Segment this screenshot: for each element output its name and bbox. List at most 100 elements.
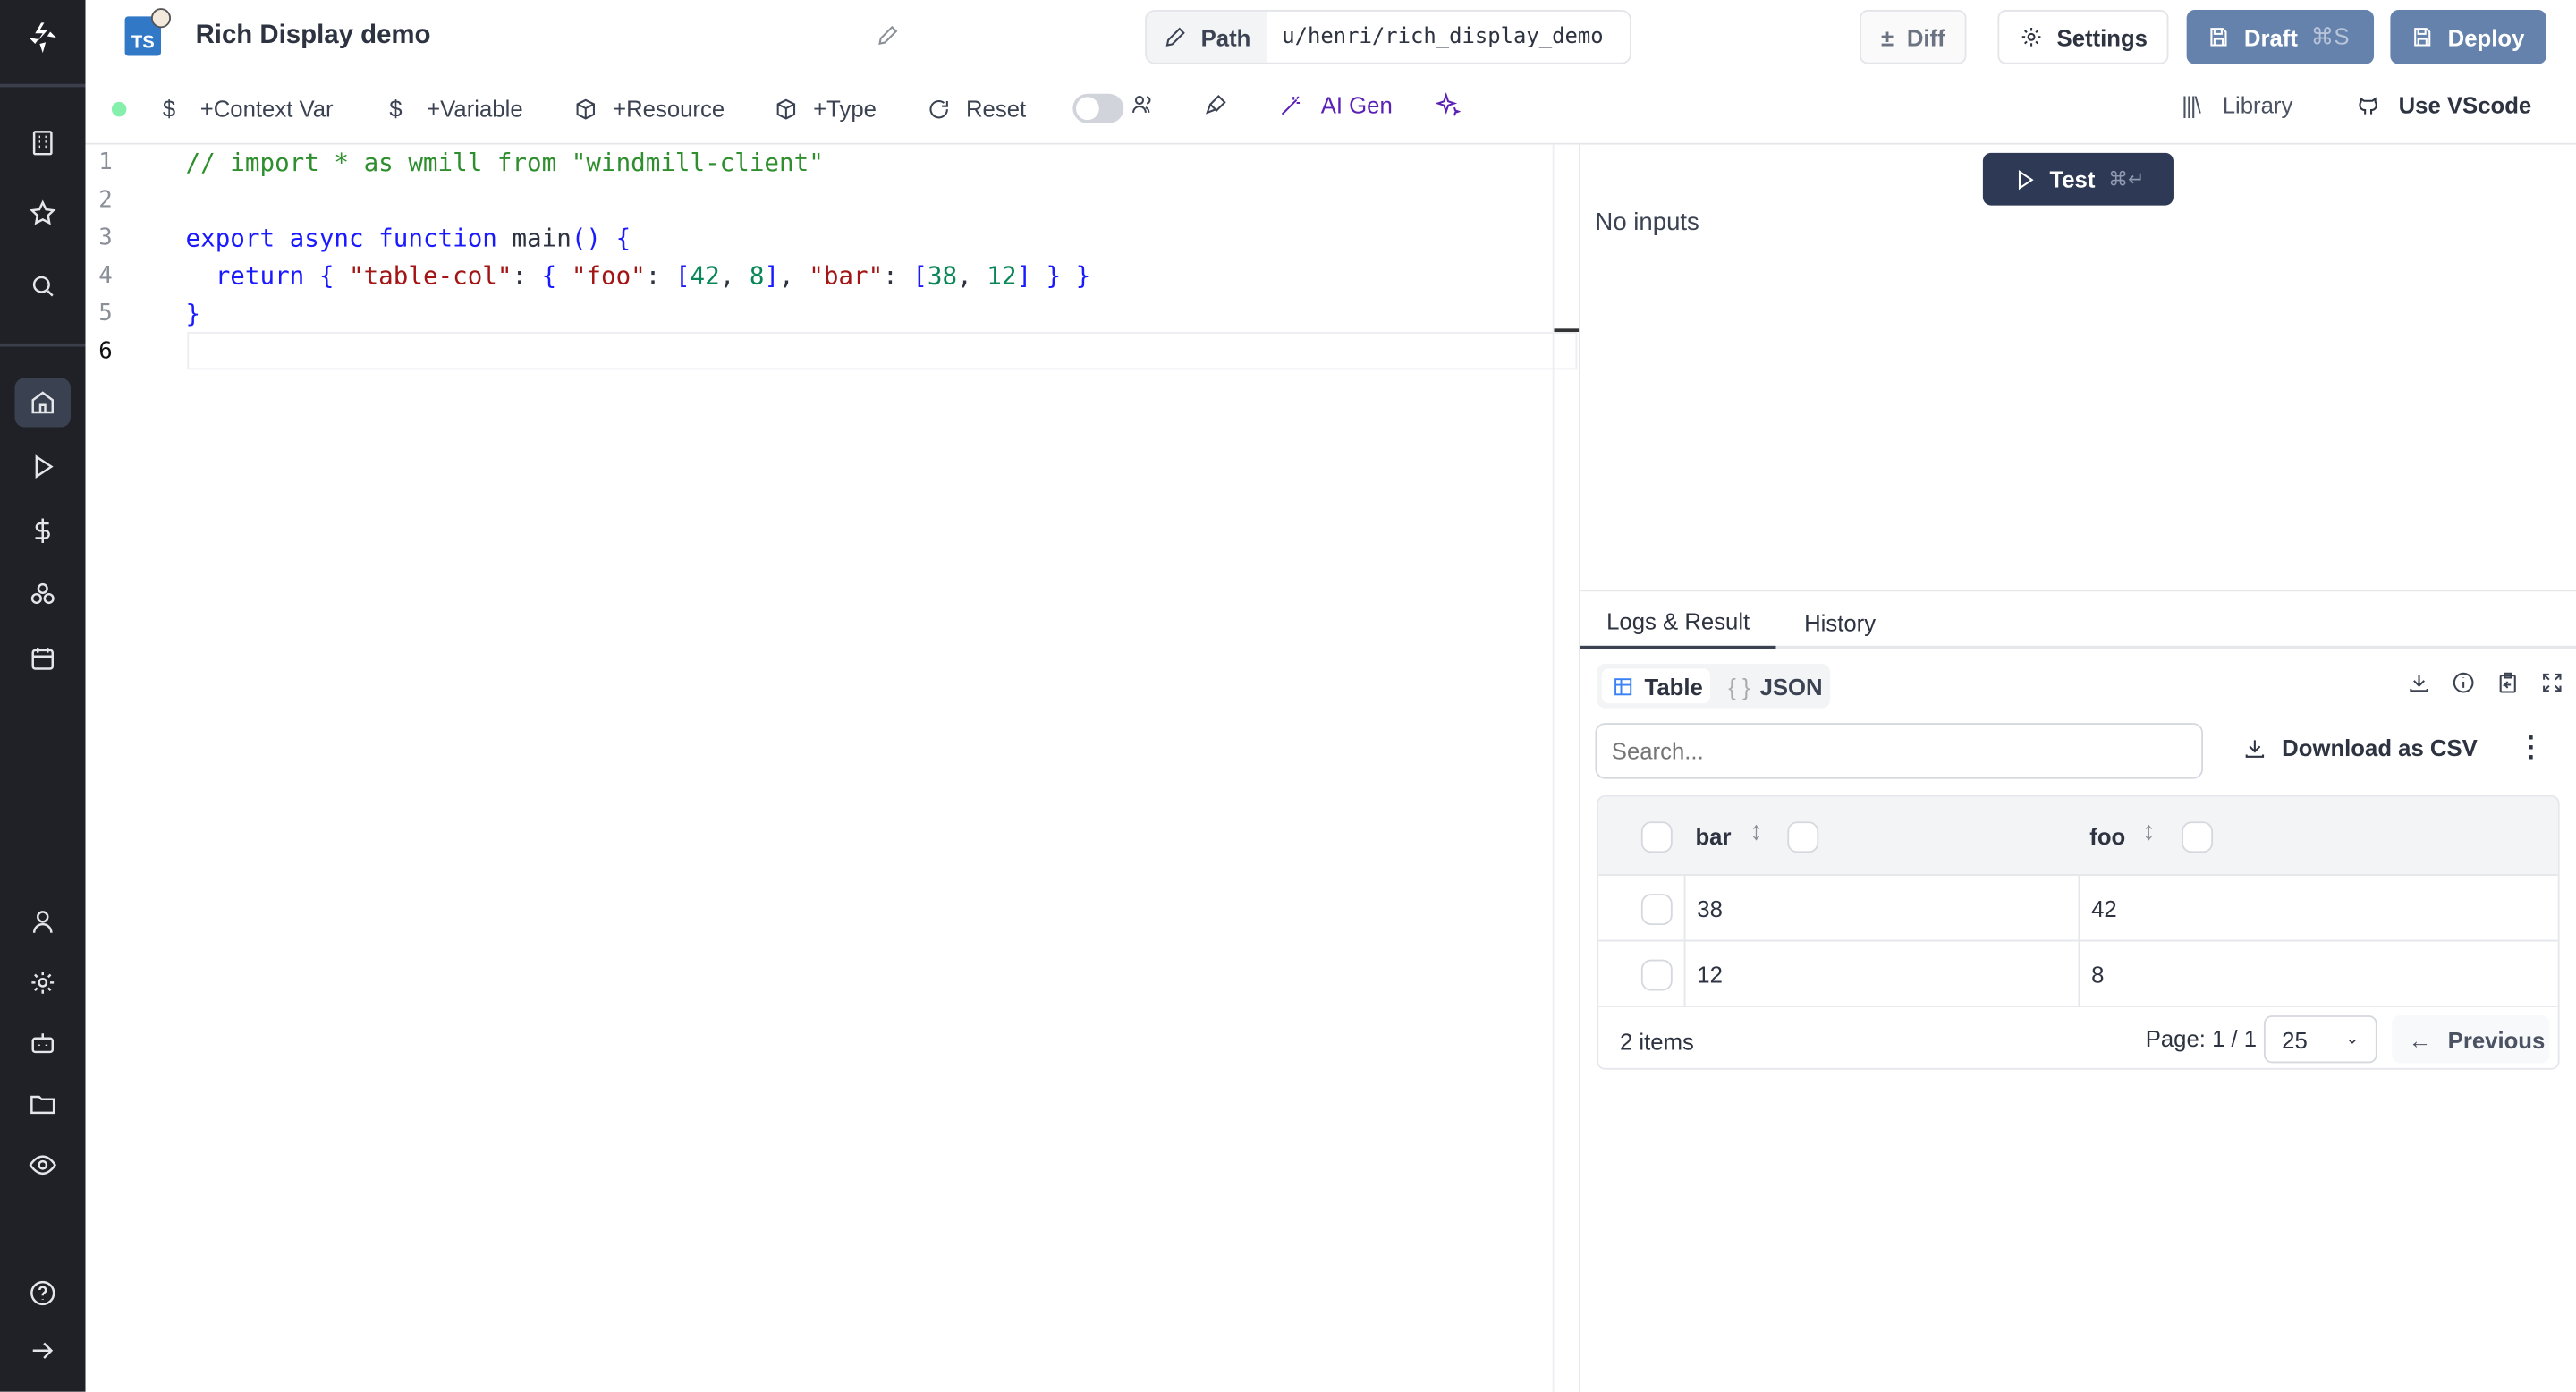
test-button[interactable]: Test ⌘↵ <box>1982 152 2174 206</box>
select-all-checkbox[interactable] <box>1640 821 1673 853</box>
page-size-select[interactable]: 25 ⌄ <box>2263 1015 2377 1064</box>
arrow-right-icon[interactable] <box>15 1326 71 1375</box>
package-icon <box>776 98 796 119</box>
avatar <box>150 8 172 29</box>
download-icon <box>2245 739 2265 757</box>
info-icon[interactable] <box>2451 670 2476 695</box>
diff-button[interactable]: ± Diff <box>1860 10 1967 64</box>
download-csv-button[interactable]: Download as CSV <box>2242 734 2478 760</box>
table-cell: 8 <box>2091 961 2105 988</box>
sort-icon[interactable]: ↕ <box>2142 819 2156 848</box>
add-variable-button[interactable]: $ +Variable <box>389 92 522 125</box>
building-icon[interactable] <box>15 118 71 167</box>
add-type-button[interactable]: +Type <box>774 92 877 125</box>
add-resource-button[interactable]: +Resource <box>573 92 724 125</box>
play-icon <box>2018 169 2033 190</box>
code-line[interactable]: return { "table-col": { "foo": [42, 8], … <box>186 258 1091 295</box>
package-icon <box>576 98 596 119</box>
line-number: 5 <box>98 301 113 327</box>
arrow-left-icon: ← <box>2408 1026 2432 1053</box>
editor-scrollbar[interactable] <box>1552 144 1580 1392</box>
save-icon <box>2210 28 2227 47</box>
json-view-button[interactable]: { } JSON <box>1728 669 1822 704</box>
collab-toggle[interactable] <box>1072 93 1124 123</box>
chevron-down-icon: ⌄ <box>2345 1030 2360 1048</box>
tab-logs-result[interactable]: Logs & Result <box>1580 595 1776 649</box>
column-header-foo[interactable]: foo <box>2089 823 2125 849</box>
add-context-var-button[interactable]: $ +Context Var <box>163 92 334 125</box>
sidebar <box>0 0 86 1392</box>
braces-icon: { } <box>1728 673 1750 700</box>
table-cell: 38 <box>1697 895 1723 922</box>
line-number: 4 <box>98 262 113 290</box>
table-cell: 12 <box>1697 961 1723 988</box>
table-row[interactable]: 12 8 <box>1598 941 2558 1007</box>
line-number: 3 <box>98 225 113 252</box>
save-icon <box>2414 28 2431 47</box>
boxes-icon[interactable] <box>15 570 71 619</box>
library-icon: |||\ <box>2182 91 2201 119</box>
sparkles-icon <box>1436 92 1461 116</box>
dollar-icon: $ <box>389 95 402 122</box>
format-brush-icon[interactable] <box>1204 92 1229 117</box>
ai-gen-button[interactable]: AI Gen <box>1278 92 1393 118</box>
code-line[interactable]: } <box>186 296 1091 334</box>
code-line[interactable] <box>186 182 1091 220</box>
user-icon[interactable] <box>15 897 71 946</box>
code-line[interactable]: export async function main() { <box>186 220 1091 258</box>
tab-history[interactable]: History <box>1775 595 1903 649</box>
dollar-icon: $ <box>162 95 176 122</box>
windmill-logo[interactable] <box>15 13 71 63</box>
line-number: 2 <box>98 187 113 214</box>
magic-wand-icon <box>1281 95 1301 115</box>
no-inputs-text: No inputs <box>1595 208 1699 237</box>
column-checkbox[interactable] <box>1787 821 1819 853</box>
eye-icon[interactable] <box>15 1141 71 1190</box>
previous-page-button[interactable]: ← Previous <box>2392 1015 2550 1064</box>
gear-icon[interactable] <box>15 958 71 1007</box>
deploy-button[interactable]: Deploy <box>2390 10 2546 64</box>
sort-icon[interactable]: ↕ <box>1750 819 1763 848</box>
help-icon[interactable] <box>15 1269 71 1318</box>
home-icon[interactable] <box>14 378 71 428</box>
calendar-icon[interactable] <box>15 634 71 683</box>
path-label: Path <box>1200 23 1251 51</box>
search-icon[interactable] <box>15 261 71 310</box>
bot-icon[interactable] <box>15 1019 71 1068</box>
path-value[interactable]: u/henri/rich_display_demo <box>1267 12 1618 63</box>
status-dot <box>111 101 127 117</box>
row-checkbox[interactable] <box>1640 894 1673 926</box>
reset-button[interactable]: Reset <box>927 92 1026 125</box>
result-table: bar ↕ foo ↕ 38 42 12 8 2 items Page: 1 /… <box>1597 794 2560 1070</box>
dollar-icon[interactable] <box>15 506 71 556</box>
star-icon[interactable] <box>15 189 71 238</box>
code-content[interactable]: // import * as wmill from "windmill-clie… <box>186 145 1091 375</box>
expand-icon[interactable] <box>2540 670 2565 695</box>
table-view-button[interactable]: Table <box>1601 668 1711 704</box>
path-field[interactable]: Path u/henri/rich_display_demo <box>1145 10 1631 64</box>
search-input[interactable] <box>1595 723 2204 779</box>
column-checkbox[interactable] <box>2182 821 2214 853</box>
settings-button[interactable]: Settings <box>1997 10 2169 64</box>
table-row[interactable]: 38 42 <box>1598 875 2558 942</box>
table-header: bar ↕ foo ↕ <box>1598 796 2558 876</box>
pencil-icon <box>1165 27 1185 47</box>
folder-icon[interactable] <box>15 1080 71 1129</box>
ai-sparkle-button[interactable] <box>1436 92 1461 117</box>
library-button[interactable]: |||\ Library <box>2182 92 2292 118</box>
page-indicator: Page: 1 / 1 <box>2145 1025 2258 1052</box>
line-number: 6 <box>98 338 113 365</box>
code-line[interactable] <box>186 334 1091 371</box>
play-icon[interactable] <box>15 442 71 491</box>
github-icon <box>2359 96 2377 114</box>
column-header-bar[interactable]: bar <box>1695 823 1731 849</box>
draft-button[interactable]: Draft ⌘S <box>2186 10 2375 64</box>
more-options-icon[interactable]: · · · <box>2525 726 2538 771</box>
clipboard-icon[interactable] <box>2496 670 2521 695</box>
use-vscode-button[interactable]: Use VScode <box>2356 92 2531 118</box>
code-line[interactable]: // import * as wmill from "windmill-clie… <box>186 145 1091 182</box>
row-checkbox[interactable] <box>1640 959 1673 991</box>
download-icon[interactable] <box>2407 670 2432 695</box>
edit-title-icon[interactable] <box>876 23 901 53</box>
view-toggle: Table { } JSON <box>1597 664 1831 709</box>
